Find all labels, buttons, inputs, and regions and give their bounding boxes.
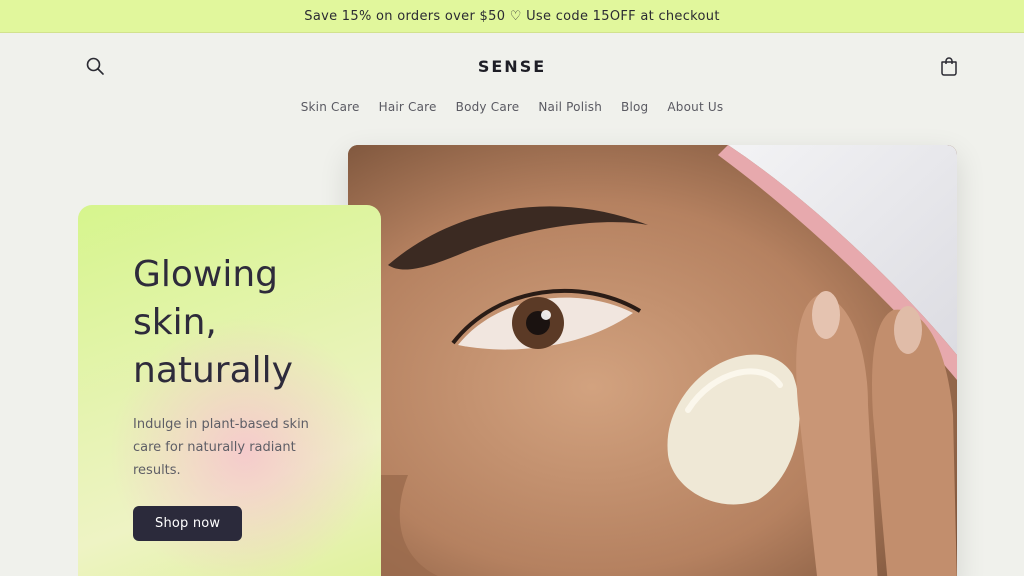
- hero-photo-illustration: [348, 145, 957, 576]
- nav-item-body-care[interactable]: Body Care: [456, 100, 520, 114]
- nav-item-blog[interactable]: Blog: [621, 100, 648, 114]
- hero-subtitle: Indulge in plant-based skin care for nat…: [133, 417, 309, 478]
- announcement-bar: Save 15% on orders over $50 ♡ Use code 1…: [0, 0, 1024, 33]
- hero-title: Glowing skin, naturally: [133, 251, 345, 395]
- announcement-text: Save 15% on orders over $50 ♡ Use code 1…: [304, 8, 720, 24]
- hero-title-line-2: skin,: [133, 302, 217, 343]
- shop-now-button[interactable]: Shop now: [133, 506, 243, 541]
- nav-item-nail-polish[interactable]: Nail Polish: [538, 100, 602, 114]
- site-header: SENSE: [0, 33, 1024, 103]
- nav-item-hair-care[interactable]: Hair Care: [379, 100, 437, 114]
- main-nav: Skin Care Hair Care Body Care Nail Polis…: [0, 100, 1024, 114]
- nav-item-skin-care[interactable]: Skin Care: [301, 100, 360, 114]
- hero-card: Glowing skin, naturally Indulge in plant…: [78, 205, 381, 576]
- site-logo[interactable]: SENSE: [0, 57, 1024, 76]
- cart-icon[interactable]: [938, 55, 960, 77]
- hero-title-line-3: naturally: [133, 350, 293, 391]
- nav-item-about-us[interactable]: About Us: [667, 100, 723, 114]
- hero-title-line-1: Glowing: [133, 254, 279, 295]
- hero-image: [348, 145, 957, 576]
